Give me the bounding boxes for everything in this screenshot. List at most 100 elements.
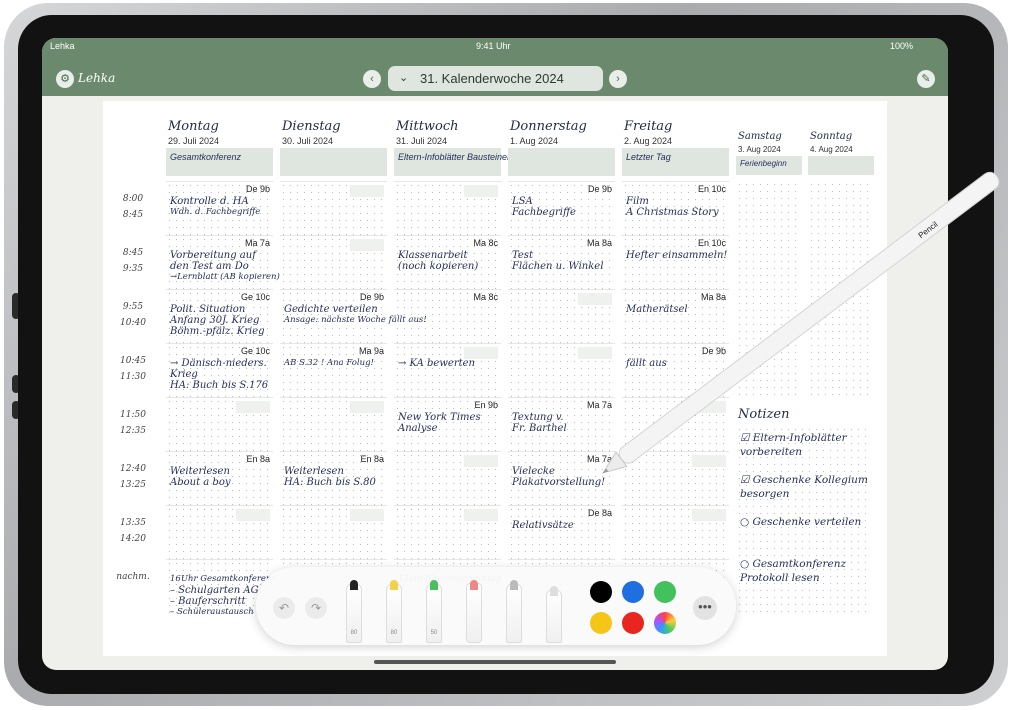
apple-pencil: Pencil [602, 171, 1000, 474]
day-note[interactable] [280, 148, 387, 176]
handwritten-note: Test [512, 250, 533, 261]
undo-icon[interactable]: ↶ [273, 597, 295, 619]
gear-icon[interactable]: ⚙ [56, 70, 74, 88]
handwritten-note: den Test am Do [170, 261, 249, 272]
lesson-slot[interactable] [394, 451, 501, 506]
pencil-tool[interactable]: 50 [426, 580, 442, 643]
pen-size-label: 80 [350, 630, 358, 636]
home-indicator [374, 660, 616, 664]
day-name: Montag [168, 119, 219, 134]
subject-label: Ma 9a [358, 346, 384, 356]
day-note[interactable]: Gesamtkonferenz [166, 148, 273, 176]
lesson-slot[interactable] [394, 181, 501, 236]
marker-tip [390, 580, 398, 590]
time-label: 11:50 12:35 [120, 410, 146, 436]
pencil-tip [430, 580, 438, 590]
handwritten-note: Wdh. d. Fachbegriffe [170, 207, 261, 217]
marker-tool[interactable]: 80 [386, 580, 402, 643]
next-week-button[interactable]: › [609, 70, 627, 88]
handwritten-note: Relativsätze [512, 520, 574, 531]
subject-label: Ma 7a [244, 238, 270, 248]
status-time: 9:41 Uhr [476, 41, 511, 51]
subject-label: Ma 8c [473, 292, 498, 302]
subject-label: Ge 10c [240, 346, 270, 356]
lesson-slot[interactable]: Ma 8c Klassenarbeit (noch kopieren) [394, 235, 501, 290]
lesson-slot[interactable] [280, 397, 387, 452]
note-item[interactable]: ○ Gesamtkonferenz Protokoll lesen [740, 557, 872, 585]
handwritten-note: – Schulgarten AG [170, 585, 259, 596]
lasso-tip [510, 580, 518, 590]
lesson-slot[interactable]: En 9b New York Times Analyse [394, 397, 501, 452]
previous-week-button[interactable]: ‹ [363, 70, 381, 88]
week-label: 31. Kalenderwoche 2024 [420, 71, 564, 86]
ruler-tool[interactable] [546, 586, 562, 643]
note-text: Geschenke verteilen [752, 516, 862, 528]
lasso-tool[interactable] [506, 580, 522, 643]
handwritten-note: Fachbegriffe [512, 207, 576, 218]
lesson-slot[interactable]: De 8a Relativsätze [508, 505, 615, 560]
day-name: Sonntag [810, 131, 853, 142]
handwritten-note: Gedichte verteilen [284, 304, 378, 315]
handwritten-note: Weiterlesen [284, 466, 344, 477]
handwritten-note: Kontrolle d. HA [170, 196, 249, 207]
pencil-icon[interactable]: ✎ [917, 70, 935, 88]
subject-label: En 8a [360, 454, 384, 464]
handwritten-note: Vorbereitung auf [170, 250, 256, 261]
day-name: Samstag [738, 131, 782, 142]
color-swatch[interactable] [590, 581, 612, 603]
lesson-slot[interactable] [622, 505, 729, 560]
note-item[interactable]: ○ Geschenke verteilen [740, 515, 872, 529]
day-column-montag: Montag 29. Juli 2024 Gesamtkonferenz De 9b K… [166, 101, 280, 631]
lesson-slot[interactable]: En 8a Weiterlesen About a boy [166, 451, 273, 506]
lesson-slot[interactable]: Ma 7a Vorbereitung auf den Test am Do →Lern… [166, 235, 280, 290]
day-date: 31. Juli 2024 [396, 136, 448, 146]
eraser-tool[interactable] [466, 580, 482, 643]
lesson-slot[interactable]: Ma 8c [394, 289, 501, 344]
lesson-slot[interactable]: De 9b Gedichte verteilen Ansage: nächste W… [280, 289, 427, 344]
handwritten-note: Textung v. [512, 412, 564, 423]
color-swatch[interactable] [622, 581, 644, 603]
handwritten-note: 16Uhr Gesamtkonferenz [170, 574, 276, 584]
lesson-slot[interactable] [280, 505, 387, 560]
lesson-slot[interactable] [280, 235, 387, 290]
handwritten-note: Analyse [398, 423, 438, 434]
lesson-slot[interactable]: → KA bewerten [394, 343, 501, 398]
lesson-slot[interactable] [394, 505, 501, 560]
lesson-slot[interactable] [280, 181, 387, 236]
lesson-slot[interactable]: Ma 9a AB S.32 ! Ana Folug! [280, 343, 387, 398]
circle-icon[interactable]: ○ [740, 516, 753, 528]
time-label: 9:55 10:40 [120, 302, 146, 328]
time-label: 10:45 11:30 [120, 356, 146, 382]
handwritten-note: Klassenarbeit [398, 250, 468, 261]
day-note[interactable]: Eltern-Infoblätter Bausteinen vorbereite… [394, 148, 562, 176]
marker-size-label: 80 [390, 630, 398, 636]
pen-tool[interactable]: 80 [346, 580, 362, 643]
color-swatch[interactable] [622, 612, 644, 634]
lesson-slot[interactable]: De 9b Kontrolle d. HA Wdh. d. Fachbegriffe [166, 181, 273, 236]
app-header: Lehka 9:41 Uhr 100% ⚙ Lehka ‹ ⌄ 31. Kale… [42, 38, 948, 96]
handwritten-note: New York Times [398, 412, 481, 423]
day-column-dienstag: Dienstag 30. Juli 2024 De 9b Gedichte verte… [280, 101, 427, 631]
empty-subject-tag [464, 455, 498, 467]
day-date: 1. Aug 2024 [510, 136, 559, 146]
redo-icon[interactable]: ↷ [305, 597, 327, 619]
day-date: 2. Aug 2024 [624, 136, 673, 146]
lesson-slot[interactable] [166, 505, 273, 560]
handwritten-note: HA: Buch bis S.176 [170, 380, 269, 391]
color-swatch[interactable] [654, 612, 676, 634]
handwritten-note: → KA bewerten [398, 358, 475, 369]
day-date: 29. Juli 2024 [168, 136, 220, 146]
color-swatch[interactable] [654, 581, 676, 603]
circle-icon[interactable]: ○ [740, 558, 753, 570]
drawing-toolbar: ↶ ↷ 80 80 50 ••• [256, 567, 736, 645]
time-label: 8:00 8:45 [122, 194, 144, 220]
more-icon[interactable]: ••• [693, 596, 717, 620]
lesson-slot[interactable] [166, 397, 273, 452]
lesson-slot[interactable]: En 8a Weiterlesen HA: Buch bis S.80 [280, 451, 387, 506]
ruler-tip [550, 586, 558, 596]
lesson-slot[interactable]: Ge 10c → Dänisch-nieders. Krieg HA: Buch bi… [166, 343, 273, 398]
color-swatch[interactable] [590, 612, 612, 634]
lesson-slot[interactable]: Ge 10c Polit. Situation Anfang 30J. Krieg B… [166, 289, 273, 344]
week-selector[interactable]: ⌄ 31. Kalenderwoche 2024 [388, 66, 603, 91]
pen-tip [350, 580, 358, 590]
